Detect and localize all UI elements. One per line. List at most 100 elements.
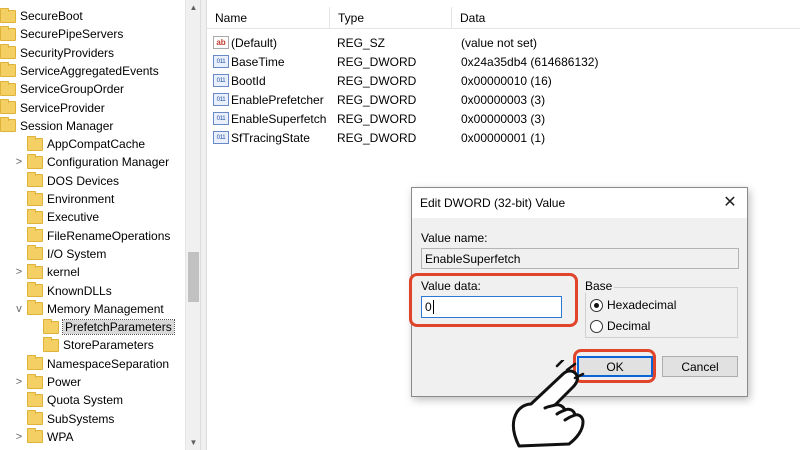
folder-icon: [27, 172, 43, 188]
folder-icon: [0, 62, 16, 78]
tree-item[interactable]: Environment: [14, 190, 114, 208]
tree-item[interactable]: AppCompatCache: [14, 135, 145, 153]
text-caret: [432, 300, 434, 314]
tree-item[interactable]: FileRenameOperations: [14, 227, 170, 245]
folder-icon: [27, 190, 43, 206]
value-type-cell: REG_SZ: [337, 35, 386, 50]
tree-item-label: SecureBoot: [20, 9, 83, 23]
value-data-cell: (value not set): [461, 35, 538, 50]
value-name-text: BaseTime: [231, 54, 285, 69]
list-row[interactable]: 011 BaseTime REG_DWORD 0x24a35db4 (61468613…: [207, 52, 800, 71]
pane-splitter[interactable]: [200, 0, 207, 450]
tree-item-label: I/O System: [47, 246, 107, 261]
folder-icon: [27, 135, 43, 151]
tree-item-label: Configuration Manager: [47, 155, 170, 170]
column-header-name[interactable]: Name: [207, 7, 330, 29]
close-icon[interactable]: ✕: [721, 193, 739, 211]
decimal-radio[interactable]: Decimal: [590, 319, 650, 333]
value-type-cell: REG_DWORD: [337, 111, 417, 126]
folder-icon: [27, 282, 43, 297]
radio-selected-icon: [590, 298, 603, 312]
column-header-data[interactable]: Data: [452, 7, 800, 29]
scrollbar-thumb[interactable]: [188, 252, 199, 302]
value-name-text: (Default): [231, 35, 278, 50]
hexadecimal-radio[interactable]: Hexadecimal: [590, 298, 676, 312]
value-name-text: SfTracingState: [231, 130, 310, 145]
tree-item[interactable]: SecureBoot: [0, 7, 83, 25]
tree-item-label: WPA: [47, 429, 74, 444]
tree-item-label: SubSystems: [47, 411, 115, 426]
tree-item-label: Memory Management: [47, 301, 164, 316]
tree-item-label: ServiceAggregatedEvents: [20, 63, 159, 78]
expand-toggle-icon[interactable]: >: [14, 266, 24, 278]
scroll-up-icon[interactable]: ▲: [186, 0, 201, 15]
tree-item-label: ServiceProvider: [20, 100, 105, 115]
tree-item-label: FileRenameOperations: [47, 228, 171, 243]
cancel-button[interactable]: Cancel: [662, 356, 738, 377]
tree-item[interactable]: KnownDLLs: [14, 282, 112, 300]
scroll-down-icon[interactable]: ▼: [186, 435, 201, 450]
tree-item[interactable]: > Power: [14, 373, 81, 391]
list-row[interactable]: 011 EnableSuperfetch REG_DWORD 0x00000003 (…: [207, 109, 800, 128]
tree-item[interactable]: ServiceAggregatedEvents: [0, 62, 159, 80]
tree-item[interactable]: I/O System: [14, 245, 106, 263]
list-row[interactable]: 011 SfTracingState REG_DWORD 0x00000001 (1): [207, 128, 800, 147]
folder-icon: [27, 410, 43, 426]
expand-toggle-icon[interactable]: >: [14, 156, 24, 168]
list-header: Name Type Data: [207, 7, 800, 29]
radio-unselected-icon: [590, 319, 603, 333]
folder-icon: [0, 80, 16, 96]
tree-item[interactable]: StoreParameters: [30, 336, 154, 354]
list-row[interactable]: 011 BootId REG_DWORD 0x00000010 (16): [207, 71, 800, 90]
list-row[interactable]: 011 EnablePrefetcher REG_DWORD 0x00000003 (…: [207, 90, 800, 109]
tree-item[interactable]: PrefetchParameters: [30, 318, 175, 336]
list-row[interactable]: ab (Default) REG_SZ (value not set): [207, 33, 800, 52]
tree-item[interactable]: DOS Devices: [14, 172, 119, 190]
hexadecimal-label: Hexadecimal: [607, 298, 677, 312]
tree-item[interactable]: ServiceProvider: [0, 99, 105, 117]
tree-item-label: AppCompatCache: [47, 137, 146, 152]
expand-toggle-icon[interactable]: >: [14, 376, 24, 388]
tree-vertical-scrollbar[interactable]: ▲ ▼: [185, 0, 200, 450]
value-name-text: BootId: [231, 73, 266, 88]
tree-item[interactable]: Quota System: [14, 391, 123, 409]
expand-toggle-icon[interactable]: >: [14, 431, 24, 443]
value-type-cell: REG_DWORD: [337, 73, 417, 88]
tree-item[interactable]: SecurePipeServers: [0, 25, 123, 43]
tree-item[interactable]: v Memory Management: [14, 300, 164, 318]
folder-icon: [27, 391, 43, 407]
registry-key-tree[interactable]: SecureBoot SecurePipeServers SecurityProvi…: [0, 0, 200, 450]
tree-item-label: ServiceGroupOrder: [20, 82, 125, 97]
value-data-cell: 0x00000001 (1): [461, 130, 546, 145]
tree-item[interactable]: Session Manager: [0, 117, 113, 135]
value-name-field: EnableSuperfetch: [421, 248, 739, 269]
folder-icon: [27, 428, 43, 444]
value-data-label: Value data:: [421, 279, 481, 293]
folder-icon: [0, 117, 16, 133]
value-data-cell: 0x00000010 (16): [461, 73, 552, 88]
tree-item[interactable]: SecurityProviders: [0, 44, 114, 62]
folder-icon: [27, 208, 43, 224]
tree-item-label: kernel: [47, 265, 80, 280]
value-type-cell: REG_DWORD: [337, 130, 417, 145]
tree-item[interactable]: > kernel: [14, 263, 80, 281]
tree-item-label: PrefetchParameters: [62, 319, 175, 336]
folder-icon: [27, 300, 43, 316]
value-data-input[interactable]: 0: [421, 296, 562, 318]
tree-item[interactable]: ServiceGroupOrder: [0, 80, 124, 98]
tree-item-label: Executive: [47, 210, 100, 225]
dword-value-icon: 011: [213, 74, 229, 87]
tree-item[interactable]: > WPA: [14, 428, 73, 446]
expand-toggle-icon[interactable]: v: [14, 303, 24, 315]
value-data-cell: 0x24a35db4 (614686132): [461, 54, 599, 69]
pointing-hand-icon: [511, 360, 585, 448]
dword-value-icon: 011: [213, 131, 229, 144]
tree-item[interactable]: Executive: [14, 208, 99, 226]
column-header-type[interactable]: Type: [330, 7, 452, 29]
dword-value-icon: 011: [213, 55, 229, 68]
tree-item[interactable]: SubSystems: [14, 410, 114, 428]
tree-item[interactable]: > Configuration Manager: [14, 153, 169, 171]
tree-item-label: SecurePipeServers: [20, 27, 124, 42]
tree-item-label: DOS Devices: [47, 173, 120, 188]
tree-item[interactable]: NamespaceSeparation: [14, 355, 169, 373]
